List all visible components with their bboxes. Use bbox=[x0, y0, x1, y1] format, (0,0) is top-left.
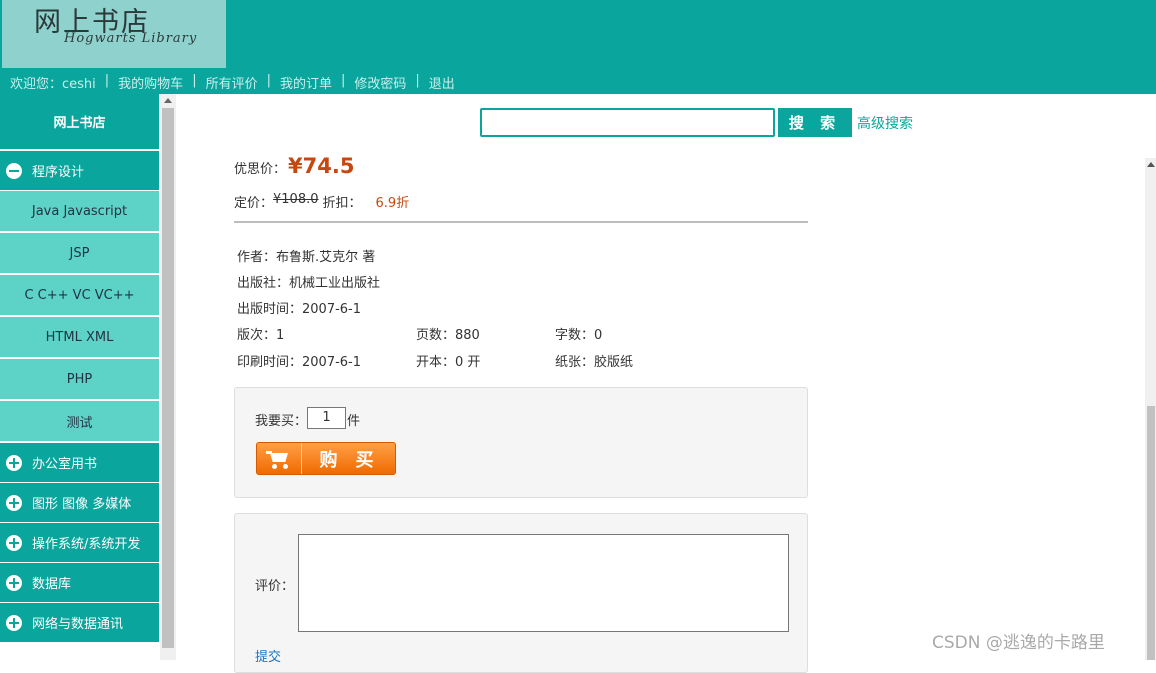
nav-orders-link[interactable]: 我的订单 bbox=[280, 73, 332, 92]
search-button[interactable]: 搜 索 bbox=[778, 108, 852, 137]
category-label: 程序设计 bbox=[32, 165, 85, 180]
nav-logout-link[interactable]: 退出 bbox=[429, 73, 455, 92]
quantity-unit: 件 bbox=[347, 414, 361, 429]
sidebar-scroll-thumb[interactable] bbox=[162, 108, 174, 648]
category-label: 办公室用书 bbox=[32, 457, 98, 472]
category-office[interactable]: 办公室用书 bbox=[0, 443, 159, 483]
quantity-input[interactable]: 1 bbox=[307, 407, 346, 429]
nav-reviews-link[interactable]: 所有评价 bbox=[206, 73, 258, 92]
buy-button-label: 购买 bbox=[319, 449, 392, 471]
sale-price: ¥74.5 bbox=[288, 154, 355, 178]
buy-panel: 我要买： 1 件 购买 bbox=[234, 387, 808, 498]
book-paper: 纸张：胶版纸 bbox=[555, 355, 634, 370]
category-label: 数据库 bbox=[32, 577, 72, 592]
book-publisher: 出版社：机械工业出版社 bbox=[237, 276, 381, 291]
list-price-label: 定价： bbox=[234, 196, 274, 211]
book-words: 字数：0 bbox=[555, 328, 603, 343]
plus-circle-icon bbox=[6, 534, 22, 551]
book-pub-date: 出版时间：2007-6-1 bbox=[237, 302, 362, 317]
list-price: ¥108.0 bbox=[273, 192, 319, 207]
sidebar: 网上书店 程序设计 Java Javascript JSP C C++ VC V… bbox=[0, 94, 176, 660]
subcategory-php[interactable]: PHP bbox=[0, 359, 159, 401]
category-database[interactable]: 数据库 bbox=[0, 563, 159, 603]
review-label: 评价： bbox=[255, 579, 295, 594]
plus-circle-icon bbox=[6, 494, 22, 511]
minus-circle-icon bbox=[6, 162, 22, 179]
book-author: 作者：布鲁斯.艾克尔 著 bbox=[237, 250, 376, 265]
nav-change-password-link[interactable]: 修改密码 bbox=[354, 73, 406, 92]
subcategory-test[interactable]: 测试 bbox=[0, 401, 159, 443]
scroll-up-arrow-icon[interactable] bbox=[164, 98, 172, 103]
subcategory-html-xml[interactable]: HTML XML bbox=[0, 317, 159, 359]
nav-cart-link[interactable]: 我的购物车 bbox=[118, 73, 183, 92]
book-edition: 版次：1 bbox=[237, 328, 285, 343]
review-textarea[interactable] bbox=[298, 534, 789, 632]
welcome-text: 欢迎您：ceshi bbox=[10, 77, 96, 92]
plus-circle-icon bbox=[6, 454, 22, 471]
page-scroll-thumb[interactable] bbox=[1147, 406, 1155, 660]
list-price-line: 定价： ¥108.0 折扣： 6.9折 bbox=[234, 192, 409, 211]
logo-subtitle: Hogwarts Library bbox=[64, 31, 198, 46]
user-nav: 欢迎您：ceshi | 我的购物车 | 所有评价 | 我的订单 | 修改密码 | 退出 bbox=[10, 73, 455, 92]
watermark: CSDN @逃逸的卡路里 bbox=[932, 633, 1105, 653]
category-network[interactable]: 网络与数据通讯 bbox=[0, 603, 159, 643]
buy-button[interactable]: 购买 bbox=[256, 442, 396, 475]
scroll-up-arrow-icon[interactable] bbox=[1147, 162, 1155, 167]
category-menu: 网上书店 程序设计 Java Javascript JSP C C++ VC V… bbox=[0, 94, 159, 643]
discount-value: 6.9折 bbox=[375, 196, 410, 211]
submit-review-link[interactable]: 提交 bbox=[255, 646, 281, 665]
category-label: 操作系统/系统开发 bbox=[32, 537, 141, 552]
header: 网上书店 Hogwarts Library 欢迎您：ceshi | 我的购物车 | … bbox=[0, 0, 1156, 94]
book-print-date: 印刷时间：2007-6-1 bbox=[237, 355, 362, 370]
plus-circle-icon bbox=[6, 574, 22, 591]
discount-label: 折扣： bbox=[322, 196, 362, 211]
book-format: 开本：0 开 bbox=[416, 355, 481, 370]
category-programming[interactable]: 程序设计 bbox=[0, 151, 159, 191]
sidebar-title: 网上书店 bbox=[0, 94, 159, 151]
sale-price-line: 优思价： ¥74.5 bbox=[234, 154, 354, 178]
advanced-search-link[interactable]: 高级搜索 bbox=[857, 113, 913, 133]
subcategory-java[interactable]: Java Javascript bbox=[0, 191, 159, 233]
category-label: 图形 图像 多媒体 bbox=[32, 497, 132, 512]
sidebar-scrollbar[interactable] bbox=[160, 94, 176, 660]
subcategory-jsp[interactable]: JSP bbox=[0, 233, 159, 275]
category-os[interactable]: 操作系统/系统开发 bbox=[0, 523, 159, 563]
site-logo[interactable]: 网上书店 Hogwarts Library bbox=[2, 0, 226, 68]
divider bbox=[234, 221, 808, 223]
search-input[interactable] bbox=[480, 108, 775, 137]
plus-circle-icon bbox=[6, 614, 22, 631]
category-graphics[interactable]: 图形 图像 多媒体 bbox=[0, 483, 159, 523]
cart-icon bbox=[257, 443, 302, 474]
book-pages: 页数：880 bbox=[416, 328, 480, 343]
category-label: 网络与数据通讯 bbox=[32, 617, 124, 632]
review-panel: 评价： 提交 bbox=[234, 513, 808, 673]
quantity-label: 我要买： bbox=[255, 414, 308, 429]
sale-price-label: 优思价： bbox=[234, 162, 287, 177]
subcategory-c-cpp[interactable]: C C++ VC VC++ bbox=[0, 275, 159, 317]
page-scrollbar[interactable] bbox=[1145, 158, 1156, 660]
